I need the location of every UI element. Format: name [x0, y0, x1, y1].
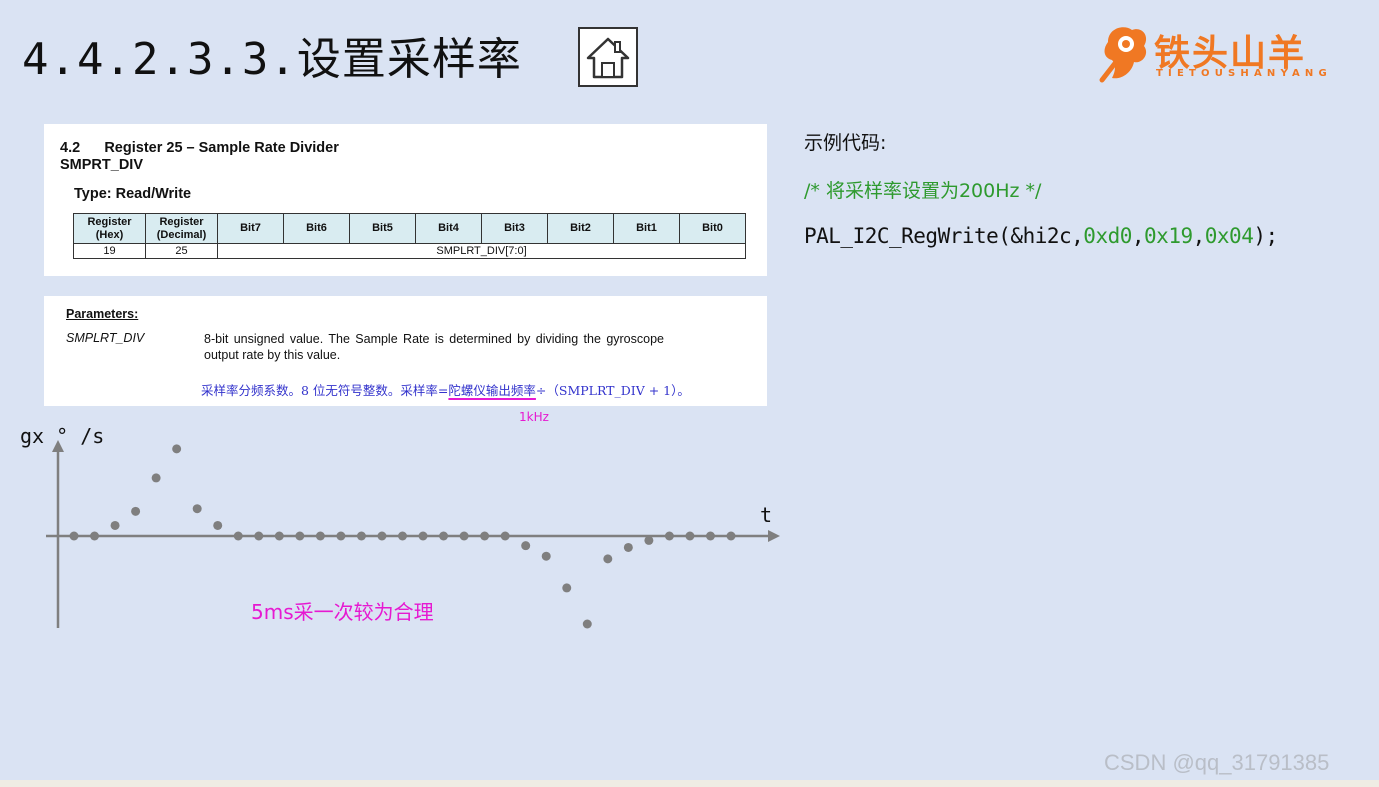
code-label: 示例代码: — [804, 132, 887, 154]
cn-before: 采样率分频系数。8 位无符号整数。采样率= — [201, 383, 449, 398]
data-point — [644, 535, 654, 545]
table-row: 19 25 SMPLRT_DIV[7:0] — [73, 243, 746, 259]
data-point — [685, 531, 695, 541]
data-point — [726, 531, 736, 541]
code-arg-address: 0xd0 — [1083, 224, 1132, 248]
code-arg-value: 0x04 — [1204, 224, 1254, 248]
data-point — [398, 531, 407, 541]
data-point — [356, 531, 366, 541]
data-point — [274, 531, 284, 541]
header-bit2: Bit2 — [547, 213, 614, 244]
code-sep-2: , — [1192, 224, 1206, 248]
code-line: PAL_I2C_RegWrite(&hi2c,0xd0,0x19,0x04); — [804, 224, 1278, 248]
data-point — [418, 531, 428, 541]
register-heading-line2: SMPRT_DIV — [60, 157, 143, 173]
data-point — [315, 531, 325, 541]
data-point — [295, 531, 305, 541]
register-table-header: Register (Hex) Register (Decimal) Bit7 B… — [73, 213, 746, 244]
watermark: CSDN @qq_31791385 — [1104, 750, 1330, 775]
header-bit7: Bit7 — [217, 213, 284, 244]
data-point — [582, 619, 592, 629]
register-heading: 4.2 Register 25 – Sample Rate Divider SM… — [60, 140, 339, 174]
header-register-decimal: Register (Decimal) — [145, 213, 218, 244]
code-arg-register: 0x19 — [1144, 224, 1193, 248]
chart-annotation: 5ms采一次较为合理 — [251, 600, 434, 624]
chart-x-label: t — [760, 503, 773, 527]
code-end: ); — [1253, 224, 1278, 248]
register-table: Register (Hex) Register (Decimal) Bit7 B… — [73, 213, 746, 259]
cn-after: ÷（SMPLRT_DIV + 1）。 — [535, 383, 690, 398]
header-register-hex: Register (Hex) — [73, 213, 146, 244]
parameter-name: SMPLRT_DIV — [66, 331, 145, 345]
data-point — [603, 554, 613, 564]
logo-subtext: TIETOUSHANYANG — [1156, 68, 1332, 79]
cell-hex: 19 — [73, 243, 146, 259]
data-point — [192, 504, 202, 514]
header-bit6: Bit6 — [283, 213, 350, 244]
footer-strip — [0, 780, 1379, 787]
data-point — [480, 531, 490, 541]
data-point — [213, 520, 223, 530]
data-point — [151, 473, 161, 483]
cell-field: SMPLRT_DIV[7:0] — [217, 243, 746, 259]
x-axis-arrow — [768, 530, 780, 542]
header-bit0: Bit0 — [679, 213, 746, 244]
header-bit3: Bit3 — [481, 213, 548, 244]
parameter-description: 8-bit unsigned value. The Sample Rate is… — [204, 332, 664, 362]
parameter-chinese-note: 采样率分频系数。8 位无符号整数。采样率=陀螺仪输出频率÷（SMPLRT_DIV… — [201, 380, 690, 399]
cell-decimal: 25 — [145, 243, 218, 259]
data-point — [377, 531, 387, 541]
register-type: Type: Read/Write — [74, 186, 192, 202]
page-title: 4.4.2.3.3.设置采样率 — [22, 34, 522, 85]
data-point — [131, 506, 141, 516]
data-point — [69, 531, 79, 541]
data-point — [623, 542, 633, 552]
data-point — [500, 531, 510, 541]
code-func: PAL_I2C_RegWrite(&hi2c, — [804, 224, 1084, 248]
data-point — [233, 531, 243, 541]
data-point — [541, 551, 551, 561]
chart-y-label: gx ° /s — [20, 424, 105, 448]
home-button[interactable] — [578, 27, 638, 87]
register-panel: 4.2 Register 25 – Sample Rate Divider SM… — [44, 124, 767, 276]
register-heading-line1: 4.2 Register 25 – Sample Rate Divider — [60, 140, 339, 156]
header-bit1: Bit1 — [613, 213, 680, 244]
data-point — [664, 531, 674, 541]
data-point — [459, 531, 469, 541]
home-icon — [586, 37, 630, 79]
data-point — [254, 531, 264, 541]
data-point — [110, 520, 120, 530]
data-point — [439, 531, 449, 541]
goat-icon — [1099, 27, 1147, 83]
parameters-label: Parameters: — [66, 307, 139, 321]
brand-logo: 铁头山羊 TIETOUSHANYANG — [1098, 22, 1343, 84]
code-comment: /* 将采样率设置为200Hz */ — [804, 180, 1042, 202]
data-point — [90, 531, 100, 541]
parameters-panel: Parameters: SMPLRT_DIV 8-bit unsigned va… — [44, 296, 767, 406]
header-bit4: Bit4 — [415, 213, 482, 244]
data-point — [562, 583, 572, 593]
data-point — [521, 541, 531, 551]
data-point — [336, 531, 346, 541]
code-sep-1: , — [1131, 224, 1145, 248]
cn-highlight: 陀螺仪输出频率 — [448, 383, 536, 398]
data-point — [705, 531, 715, 541]
data-point — [172, 444, 182, 454]
header-bit5: Bit5 — [349, 213, 416, 244]
